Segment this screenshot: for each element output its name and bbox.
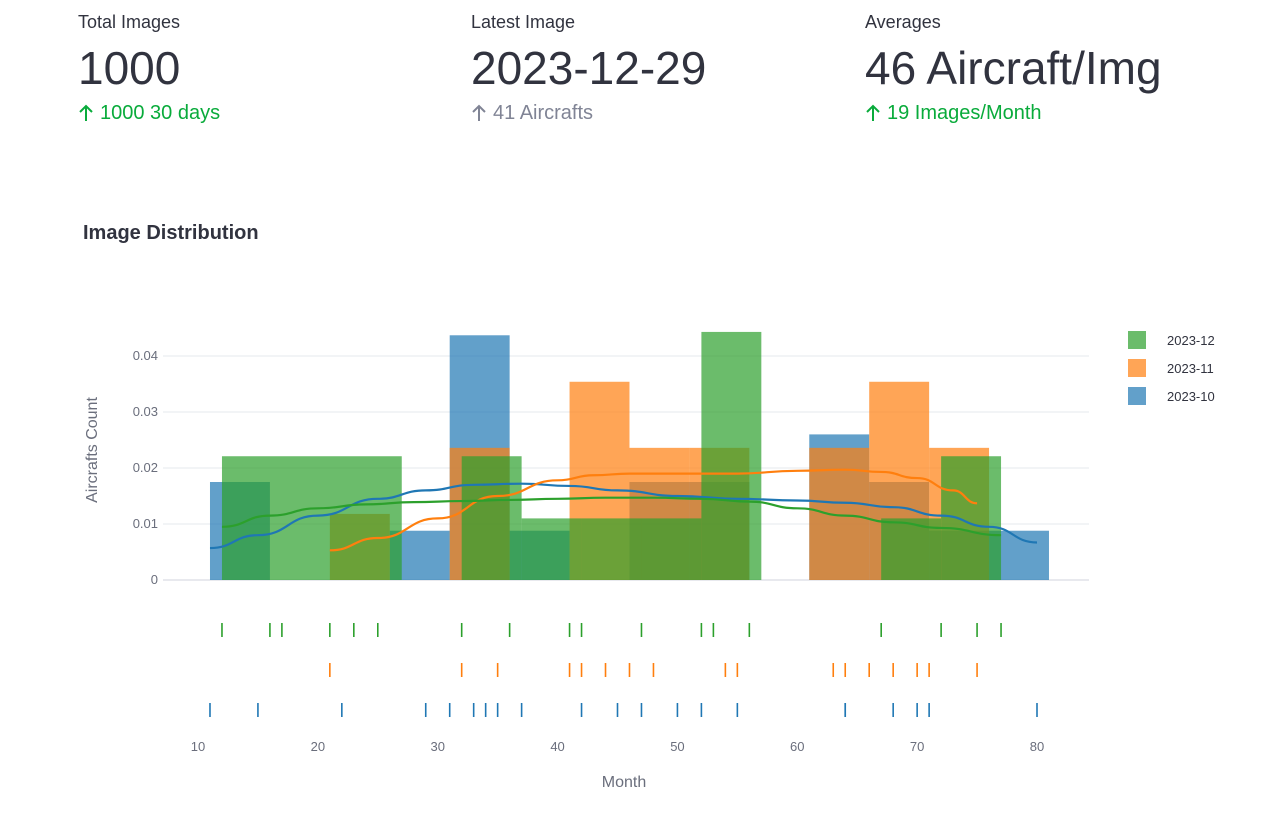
histogram-bar-2023-12: [641, 518, 702, 580]
histogram-bar-2023-12: [581, 518, 642, 580]
legend-swatch-2023-12: [1128, 331, 1146, 349]
metric-total-images: Total Images 1000 1000 30 days: [78, 12, 220, 125]
y-tick-label: 0.04: [133, 348, 158, 363]
legend-label: 2023-12: [1167, 333, 1215, 348]
metric-delta: 41 Aircrafts: [471, 102, 706, 125]
histogram-bar-2023-12: [461, 456, 522, 580]
histogram-bar-2023-11: [809, 447, 870, 580]
metric-value: 2023-12-29: [471, 42, 707, 94]
metric-delta-text: 19 Images/Month: [887, 101, 1042, 124]
metric-latest-image: Latest Image 2023-12-29 41 Aircrafts: [471, 12, 706, 125]
legend-swatch-2023-11: [1128, 359, 1146, 377]
metric-delta-text: 41 Aircrafts: [493, 101, 594, 124]
arrow-up-icon: [472, 104, 486, 122]
metric-label: Averages: [865, 12, 941, 32]
metric-label: Latest Image: [471, 12, 576, 32]
x-tick-label: 70: [910, 739, 924, 754]
x-tick-label: 30: [430, 739, 444, 754]
y-axis-title: Aircrafts Count: [84, 397, 101, 503]
histogram-bar-2023-12: [521, 518, 582, 580]
x-tick-label: 50: [670, 739, 684, 754]
histogram-bar-2023-12: [941, 456, 1002, 580]
metric-label: Total Images: [78, 12, 181, 32]
x-tick-label: 20: [311, 739, 325, 754]
metric-delta: 19 Images/Month: [865, 102, 1162, 125]
x-tick-label: 60: [790, 739, 804, 754]
histogram-bar-2023-12: [221, 456, 402, 580]
legend-label: 2023-10: [1167, 389, 1215, 404]
y-tick-label: 0.02: [133, 460, 158, 475]
metric-averages: Averages 46 Aircraft/Img 19 Images/Month: [865, 12, 1162, 125]
x-tick-label: 40: [550, 739, 564, 754]
histogram-bar-2023-12: [701, 331, 762, 580]
legend-label: 2023-11: [1167, 361, 1214, 376]
arrow-up-icon: [79, 104, 93, 122]
y-tick-label: 0: [151, 572, 158, 587]
metric-value: 46 Aircraft/Img: [865, 42, 1162, 94]
metric-value: 1000: [78, 42, 181, 94]
y-tick-label: 0.01: [133, 516, 158, 531]
x-axis-title: Month: [602, 774, 646, 791]
metric-delta-text: 1000 30 days: [100, 101, 221, 124]
x-tick-label: 80: [1030, 739, 1044, 754]
arrow-up-icon: [866, 104, 880, 122]
section-title: Image Distribution: [83, 222, 259, 244]
legend-swatch-2023-10: [1128, 387, 1146, 405]
metric-delta: 1000 30 days: [78, 102, 220, 125]
x-tick-label: 10: [191, 739, 205, 754]
y-tick-label: 0.03: [133, 404, 158, 419]
image-distribution-chart: 0 0.01 0.02 0.03 0.04 10 20 30 40 50 60 70 80 Month Ai…: [84, 331, 1215, 791]
